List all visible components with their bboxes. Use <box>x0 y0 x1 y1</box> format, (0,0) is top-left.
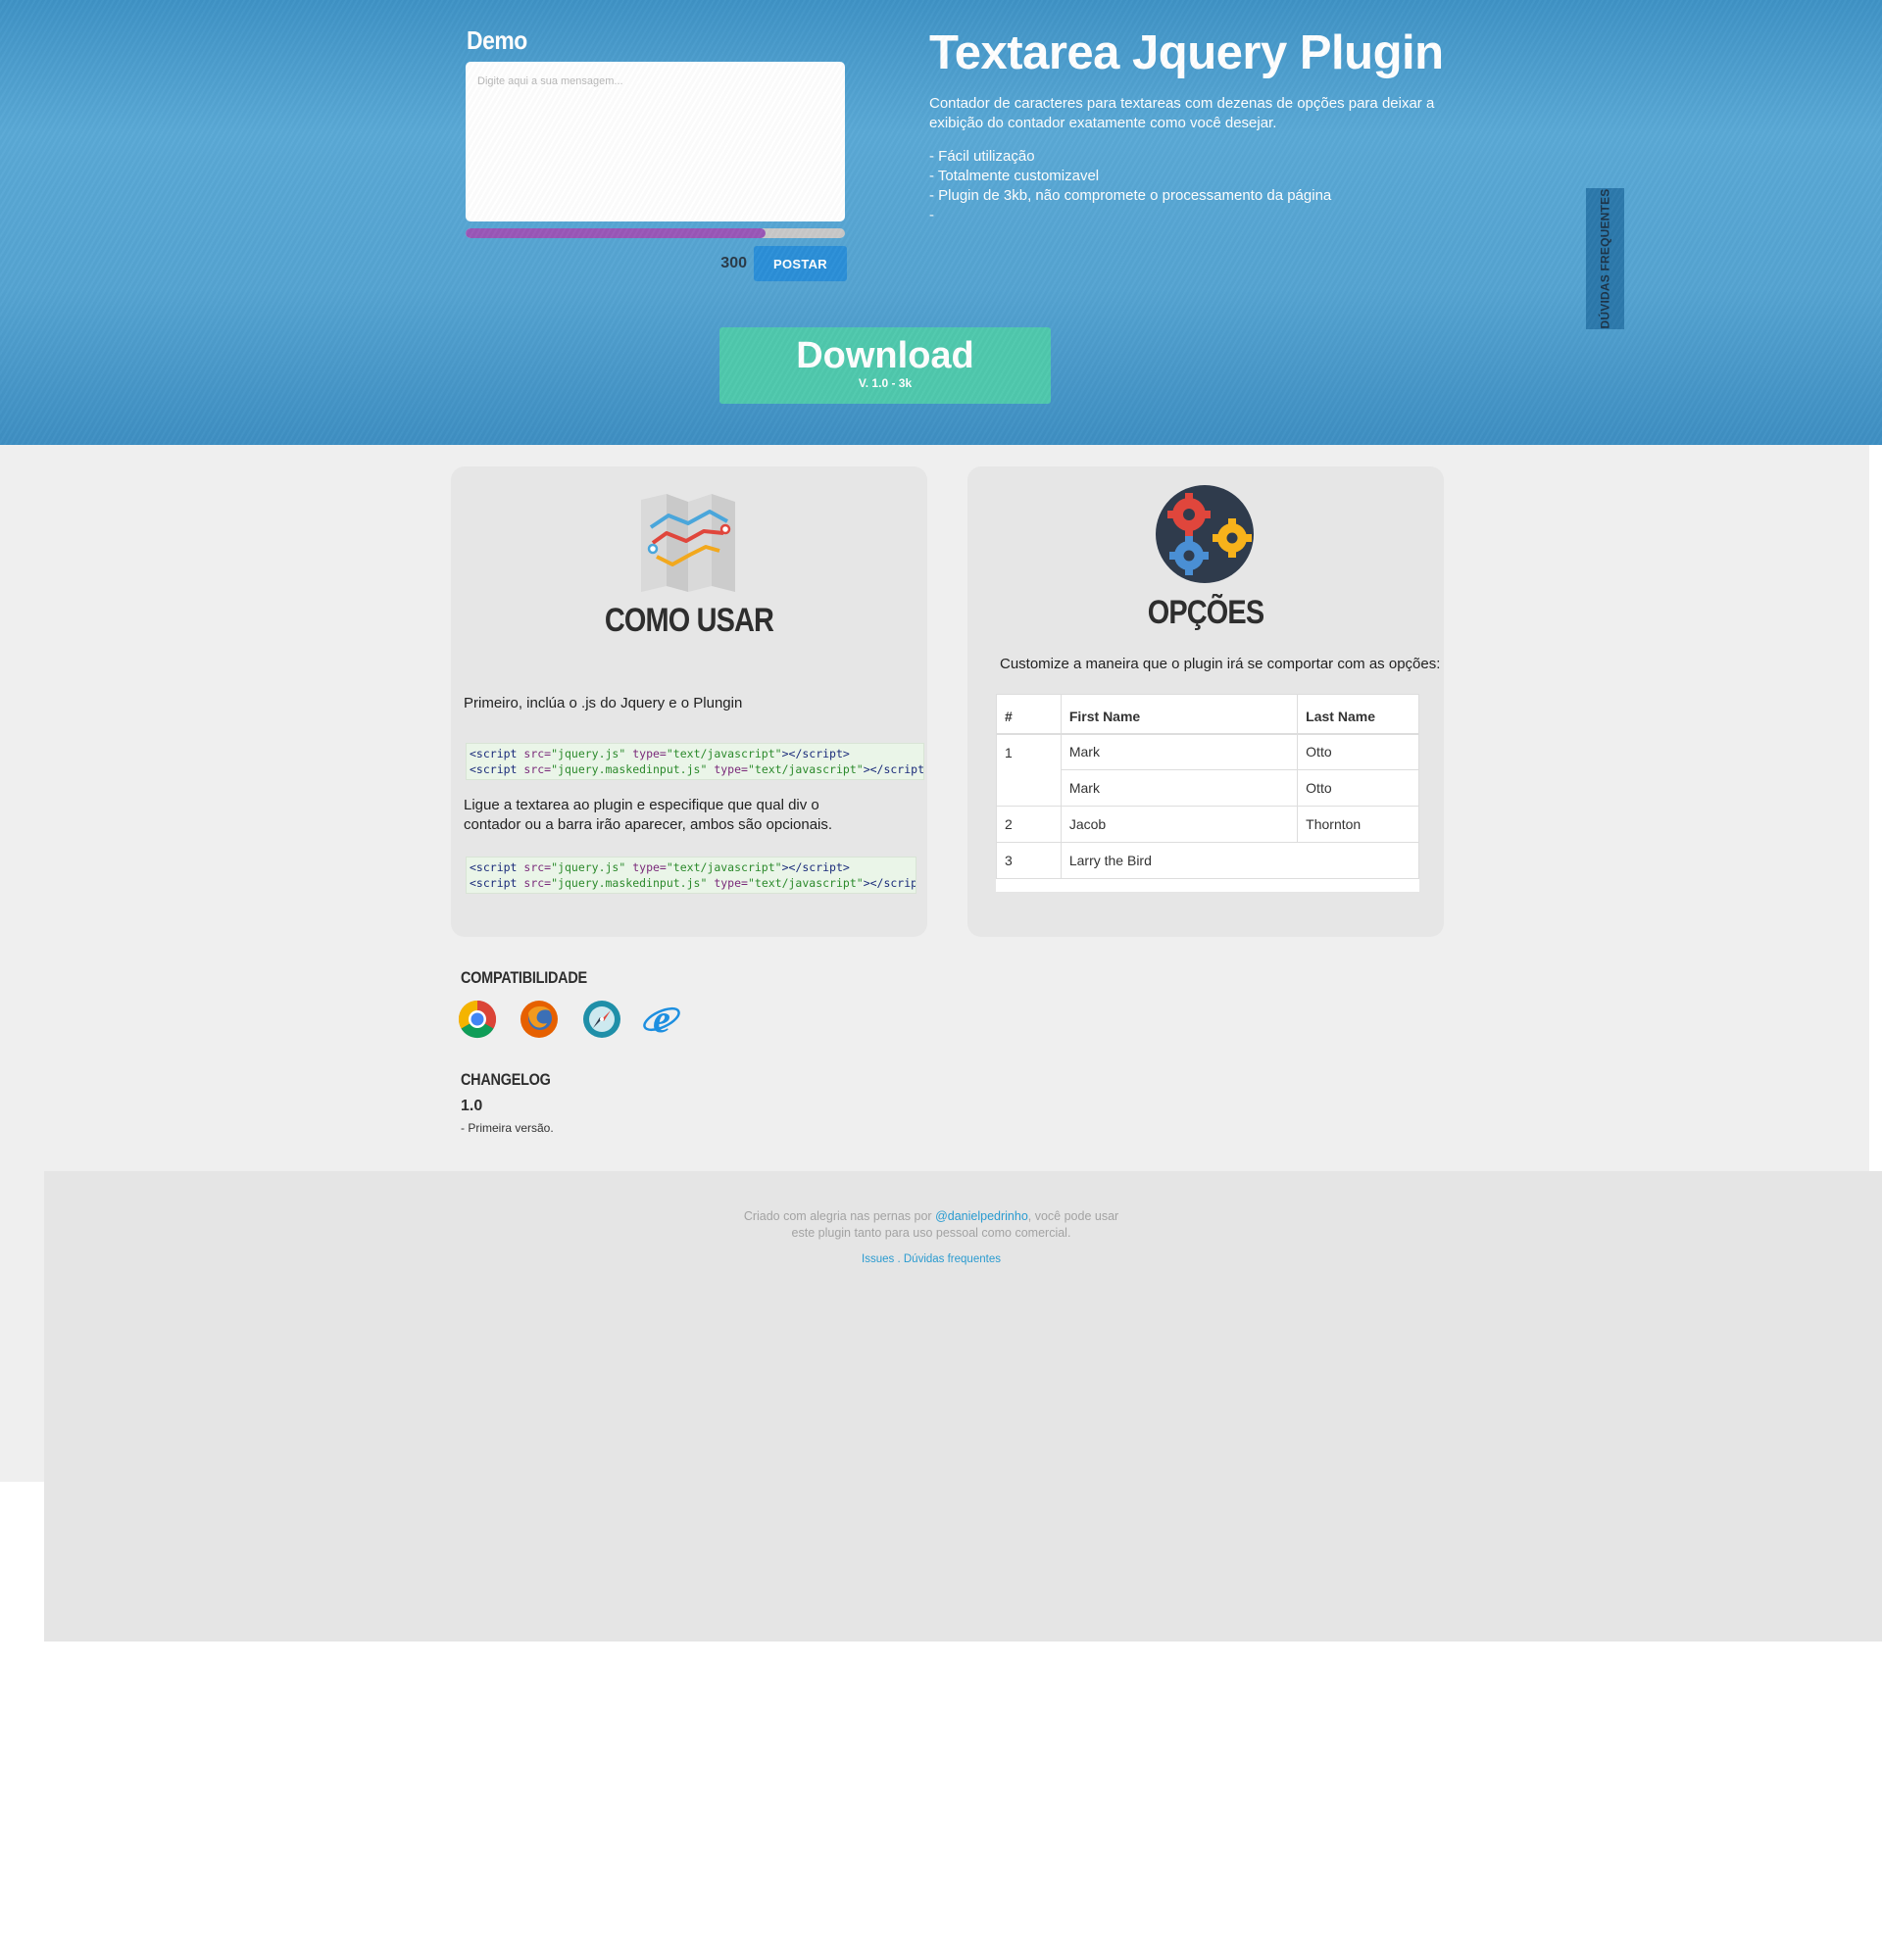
table-cell: Thornton <box>1297 806 1419 843</box>
chrome-icon <box>458 1000 497 1039</box>
feature-item-faded: - <box>929 206 1439 225</box>
table-row: 3 Larry the Bird <box>996 842 1419 879</box>
download-label: Download <box>796 335 974 376</box>
table-cell: Mark <box>1060 733 1299 770</box>
firefox-icon <box>520 1001 558 1038</box>
footer-links: Issues . Dúvidas frequentes <box>44 1253 1818 1265</box>
download-button[interactable]: Download V. 1.0 - 3k <box>719 327 1051 404</box>
options-table: # First Name Last Name 1 Mark Otto Mark … <box>996 694 1419 879</box>
table-cell: Jacob <box>1060 806 1299 843</box>
feature-list: - Fácil utilização - Totalmente customiz… <box>929 147 1439 225</box>
code-line: <script src="jquery.js" type="text/javas… <box>470 860 850 874</box>
table-cell: 3 <box>996 842 1062 879</box>
footer-text-after: , você pode usar <box>1027 1209 1119 1223</box>
feature-item: - Totalmente customizavel <box>929 168 1100 184</box>
opcoes-intro: Customize a maneira que o plugin irá se … <box>1000 656 1441 672</box>
map-icon <box>641 494 735 592</box>
character-progress-fill <box>466 228 766 238</box>
table-row: 1 Mark Otto <box>996 733 1419 807</box>
table-header-cell: First Name <box>1060 694 1299 735</box>
table-cell: Mark <box>1060 769 1299 807</box>
table-row: 2 Jacob Thornton <box>996 806 1419 843</box>
feature-item-prefix: - <box>929 207 934 223</box>
options-table-container: # First Name Last Name 1 Mark Otto Mark … <box>996 694 1419 892</box>
step1-text: Primeiro, inclúa o .js do Jquery e o Plu… <box>464 695 743 711</box>
table-header-cell: Last Name <box>1297 694 1419 735</box>
opcoes-card: OPÇÕES Customize a maneira que o plugin … <box>967 466 1444 937</box>
faq-side-tab[interactable]: DÚVIDAS FREQUENTES <box>1586 188 1624 329</box>
code-block-bind: <script src="jquery.js" type="text/javas… <box>466 857 916 894</box>
table-cell: Otto <box>1297 733 1419 770</box>
gears-icon <box>1156 485 1254 583</box>
table-cell: Otto <box>1297 769 1419 807</box>
faq-link[interactable]: Dúvidas frequentes <box>904 1253 1001 1265</box>
character-counter: 300 <box>720 255 747 271</box>
footer-credits: Criado com alegria nas pernas por @danie… <box>44 1208 1818 1242</box>
page-title: Textarea Jquery Plugin <box>929 26 1444 79</box>
issues-link[interactable]: Issues <box>862 1253 894 1265</box>
svg-text:e: e <box>653 1000 670 1039</box>
hero-description: Contador de caracteres para textareas co… <box>929 95 1435 131</box>
table-header-row: # First Name Last Name <box>996 694 1419 735</box>
table-cell: 2 <box>996 806 1062 843</box>
como-usar-card: COMO USAR Primeiro, inclúa o .js do Jque… <box>451 466 927 937</box>
code-line: <script src="jquery.maskedinput.js" type… <box>470 876 916 890</box>
download-version: V. 1.0 - 3k <box>858 376 913 390</box>
footer-text-before: Criado com alegria nas pernas por <box>743 1209 936 1223</box>
step2-text: Ligue a textarea ao plugin e especifique… <box>464 797 833 833</box>
footer-text-line2: este plugin tanto para uso pessoal como … <box>791 1226 1071 1240</box>
table-header-cell: # <box>996 694 1062 735</box>
post-button[interactable]: POSTAR <box>754 246 847 281</box>
message-textarea[interactable] <box>466 62 845 221</box>
footer: Criado com alegria nas pernas por @danie… <box>44 1171 1882 1642</box>
code-line: <script src="jquery.maskedinput.js" type… <box>470 762 924 776</box>
demo-title: Demo <box>467 25 527 55</box>
author-link[interactable]: @danielpedrinho <box>935 1209 1028 1223</box>
table-cell: 1 <box>996 733 1062 807</box>
feature-item: - Fácil utilização <box>929 148 1035 165</box>
como-usar-title: COMO USAR <box>604 602 774 639</box>
changelog-entry: - Primeira versão. <box>461 1121 554 1135</box>
faq-tab-label: DÚVIDAS FREQUENTES <box>1598 188 1612 329</box>
code-block-include: <script src="jquery.js" type="text/javas… <box>466 743 924 780</box>
changelog-title: CHANGELOG <box>461 1070 551 1089</box>
internet-explorer-icon: e <box>643 1000 680 1039</box>
hero-section: Demo 300 POSTAR Textarea Jquery Plugin C… <box>0 0 1882 445</box>
safari-icon <box>583 1001 620 1038</box>
feature-item: - Plugin de 3kb, não compromete o proces… <box>929 187 1332 204</box>
code-line: <script src="jquery.js" type="text/javas… <box>470 747 850 760</box>
opcoes-title: OPÇÕES <box>1147 594 1264 631</box>
changelog-version: 1.0 <box>461 1098 483 1114</box>
table-cell: Larry the Bird <box>1060 842 1419 879</box>
character-progress-bar <box>466 228 845 238</box>
footer-link-separator: . <box>894 1253 904 1265</box>
compatibilidade-title: COMPATIBILIDADE <box>461 968 587 987</box>
